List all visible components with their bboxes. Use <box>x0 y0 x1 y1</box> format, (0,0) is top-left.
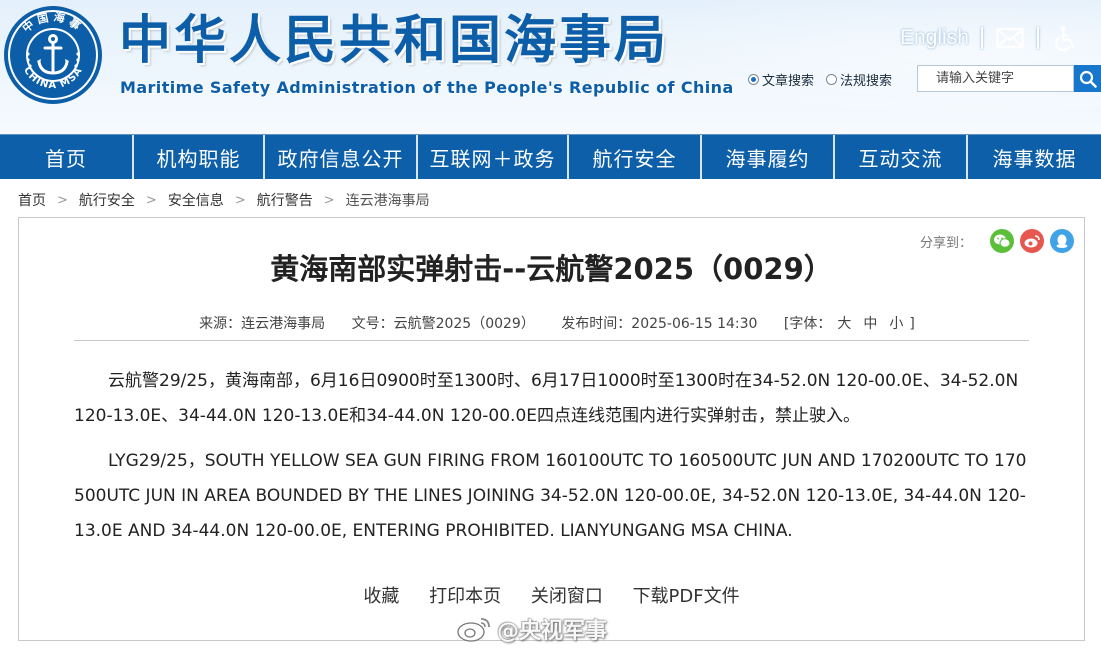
breadcrumb-safety-info[interactable]: 安全信息 <box>168 190 224 210</box>
breadcrumb-separator: > <box>57 192 68 208</box>
nav-item-data[interactable]: 海事数据 <box>968 135 1101 179</box>
meta-publish-time: 发布时间：2025-06-15 14:30 <box>561 316 758 332</box>
article-title: 黄海南部实弹射击--云航警2025（0029） <box>270 252 833 286</box>
radio-checked-icon[interactable] <box>748 73 759 85</box>
nav-item-gov-info[interactable]: 政府信息公开 <box>265 135 418 179</box>
search-icon <box>1079 70 1097 88</box>
nav-item-functions[interactable]: 机构职能 <box>134 135 265 179</box>
article-meta: 来源：连云港海事局 文号：云航警2025（0029） 发布时间：2025-06-… <box>18 313 1085 333</box>
font-size-large[interactable]: 大 <box>837 316 851 332</box>
article-body: 云航警29/25，黄海南部，6月16日0900时至1300时、6月17日1000… <box>74 364 1029 559</box>
meta-source: 来源：连云港海事局 <box>199 316 326 332</box>
favorite-link[interactable]: 收藏 <box>363 586 399 607</box>
font-size-selector: [字体： 大中小] <box>784 316 915 332</box>
breadcrumb-separator: > <box>145 192 157 208</box>
nav-item-internet-gov[interactable]: 互联网＋政务 <box>418 135 569 179</box>
breadcrumb-nav-warnings[interactable]: 航行警告 <box>257 190 313 210</box>
accessibility-icon[interactable] <box>1051 24 1081 52</box>
watermark: @央视军事 <box>455 613 607 645</box>
radio-regulation-label: 法规搜索 <box>840 73 893 89</box>
radio-regulation-search[interactable]: 法规搜索 <box>826 70 892 89</box>
font-size-close: ] <box>909 316 915 332</box>
site-title-cn: 中华人民共和国海事局 <box>119 11 670 71</box>
article-paragraph-en: LYG29/25，SOUTH YELLOW SEA GUN FIRING FRO… <box>74 451 1027 541</box>
watermark-text: @央视军事 <box>497 619 608 644</box>
msa-logo-emblem[interactable]: 中国海事 CHINA MSA <box>2 4 104 106</box>
meta-doc-number: 文号：云航警2025（0029） <box>351 316 535 332</box>
font-size-small[interactable]: 小 <box>889 316 903 332</box>
font-size-label: [字体： <box>783 316 832 332</box>
site-title-en: Maritime Safety Administration of the Pe… <box>120 78 734 97</box>
search-input[interactable] <box>917 65 1074 92</box>
download-pdf-link[interactable]: 下载PDF文件 <box>633 586 740 607</box>
nav-item-convention[interactable]: 海事履约 <box>702 135 835 179</box>
print-link[interactable]: 打印本页 <box>429 586 501 607</box>
top-divider <box>980 27 983 49</box>
main-nav: 首页 机构职能 政府信息公开 互联网＋政务 航行安全 海事履约 互动交流 海事数… <box>0 134 1101 179</box>
breadcrumb-home[interactable]: 首页 <box>18 190 46 210</box>
title-divider <box>74 340 1029 341</box>
breadcrumb-navigation-safety[interactable]: 航行安全 <box>79 190 135 210</box>
radio-article-search[interactable]: 文章搜索 <box>748 70 814 89</box>
breadcrumb-separator: > <box>323 192 335 208</box>
search-options: 文章搜索 法规搜索 <box>748 66 904 92</box>
article-actions: 收藏 打印本页 关闭窗口 下载PDF文件 <box>18 582 1085 608</box>
article-paragraph-cn: 云航警29/25，黄海南部，6月16日0900时至1300时、6月17日1000… <box>74 371 1019 426</box>
nav-item-interaction[interactable]: 互动交流 <box>835 135 968 179</box>
close-window-link[interactable]: 关闭窗口 <box>531 586 603 607</box>
top-links: English <box>900 22 1081 54</box>
top-divider <box>1036 27 1039 49</box>
english-link[interactable]: English <box>900 26 969 50</box>
mail-icon[interactable] <box>995 24 1025 52</box>
nav-item-home[interactable]: 首页 <box>0 135 134 179</box>
search-button[interactable] <box>1074 65 1101 92</box>
breadcrumb-current: 连云港海事局 <box>345 193 430 209</box>
breadcrumb-separator: > <box>234 192 246 208</box>
radio-unchecked-icon[interactable] <box>826 73 838 85</box>
nav-item-navigation-safety[interactable]: 航行安全 <box>569 135 702 179</box>
weibo-logo-icon <box>457 618 490 642</box>
font-size-medium[interactable]: 中 <box>863 316 877 332</box>
breadcrumb: 首页 > 航行安全 > 安全信息 > 航行警告 > 连云港海事局 <box>18 190 430 210</box>
radio-article-label: 文章搜索 <box>762 73 815 89</box>
